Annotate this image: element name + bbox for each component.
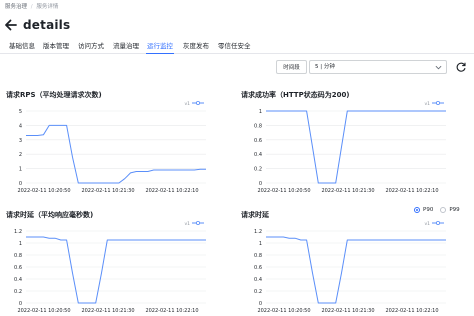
time-range-label: 时间段 — [276, 60, 307, 74]
tab-version-management[interactable]: 版本管理 — [43, 40, 69, 50]
y-tick-label: 0.2 — [14, 289, 22, 295]
radio-p99-label: P99 — [449, 207, 460, 213]
time-range-select[interactable]: 5 | 分钟 — [309, 60, 447, 74]
x-tick-label: 2022-02-11 10:22:10 — [385, 188, 438, 194]
x-tick-label: 2022-02-11 10:22:10 — [385, 308, 438, 314]
legend-label: v1 — [184, 101, 190, 107]
tab-traffic-governance[interactable]: 流量治理 — [113, 40, 139, 50]
radio-p90[interactable]: P90 — [414, 207, 433, 213]
radio-p90-dot — [414, 207, 420, 213]
back-arrow-icon[interactable] — [4, 18, 18, 32]
tab-bar: 基础信息 版本管理 访问方式 流量治理 运行监控 灰度发布 零信任安全 — [0, 38, 474, 54]
y-tick-label: 0.8 — [14, 253, 22, 259]
legend-marker — [195, 221, 200, 226]
breadcrumb-root[interactable]: 服务治理 — [5, 4, 27, 10]
legend-label: v1 — [184, 221, 190, 227]
tab-access-methods[interactable]: 访问方式 — [78, 40, 104, 50]
y-tick-label: 0.8 — [254, 253, 262, 259]
page-title: details — [23, 18, 71, 32]
y-tick-label: 0.8 — [254, 123, 262, 129]
y-tick-label: 1 — [259, 241, 262, 247]
y-tick-label: 0.2 — [254, 167, 262, 173]
y-tick-label: 5 — [19, 109, 22, 115]
y-tick-label: 0 — [259, 181, 262, 187]
y-tick-label: 0 — [259, 301, 262, 307]
series-line-v1 — [266, 110, 446, 184]
x-tick-label: 2022-02-11 10:20:50 — [17, 308, 70, 314]
legend-marker — [435, 221, 440, 226]
x-tick-label: 2022-02-11 10:20:50 — [257, 188, 310, 194]
tab-zero-trust-security[interactable]: 零信任安全 — [218, 40, 251, 50]
y-tick-label: 3 — [19, 138, 22, 144]
breadcrumb-separator: / — [30, 4, 33, 10]
latency-percentile-chart: 0 0.2 0.4 0.6 0.8 1 1.2 2022-02-11 10:20:50 2022… — [254, 221, 446, 314]
y-tick-label: 1 — [19, 241, 22, 247]
success-rate-chart: 0 0.2 0.4 0.6 0.8 1 2022-02-11 10:20:50 2022-02… — [254, 101, 446, 194]
legend-marker — [195, 101, 200, 106]
active-tab-indicator — [146, 52, 174, 54]
series-line-v1 — [26, 236, 206, 304]
radio-p99-dot — [440, 207, 447, 213]
y-tick-label: 0.4 — [254, 277, 262, 283]
y-tick-label: 1.2 — [14, 229, 22, 235]
breadcrumb-current: 服务详情 — [36, 4, 59, 10]
y-tick-label: 0.6 — [14, 265, 22, 271]
rps-chart: 0 1 2 3 4 5 2022-02-11 10:20:50 2022-02-11 10:2… — [17, 101, 206, 194]
y-tick-label: 1 — [259, 109, 262, 115]
y-tick-label: 0 — [19, 301, 22, 307]
breadcrumb: 服务治理 / 服务详情 — [5, 2, 58, 10]
latency-percentile-selector: P90 P99 — [414, 207, 467, 213]
tab-basic-info[interactable]: 基础信息 — [9, 40, 35, 50]
tab-canary-release[interactable]: 灰度发布 — [183, 40, 209, 50]
legend-label: v1 — [424, 101, 430, 107]
latency-avg-chart: 0 0.2 0.4 0.6 0.8 1 1.2 2022-02-11 10:20:50 2022… — [14, 221, 206, 314]
time-range-value: 5 | 分钟 — [315, 64, 335, 70]
tab-runtime-monitoring[interactable]: 运行监控 — [147, 40, 173, 50]
series-line-v1 — [266, 236, 446, 304]
x-tick-label: 2022-02-11 10:20:50 — [257, 308, 310, 314]
y-tick-label: 4 — [19, 123, 22, 129]
x-tick-label: 2022-02-11 10:20:50 — [17, 188, 70, 194]
x-tick-label: 2022-02-11 10:22:10 — [145, 308, 198, 314]
x-tick-label: 2022-02-11 10:21:30 — [321, 308, 374, 314]
radio-p90-label: P90 — [423, 207, 434, 213]
legend-label: v1 — [424, 221, 430, 227]
y-tick-label: 1 — [19, 167, 22, 173]
y-tick-label: 0.4 — [254, 152, 262, 158]
y-tick-label: 0.6 — [254, 138, 262, 144]
y-tick-label: 2 — [19, 152, 22, 158]
x-tick-label: 2022-02-11 10:22:10 — [145, 188, 198, 194]
title-row: details — [4, 16, 70, 34]
chevron-down-icon — [435, 65, 442, 70]
x-tick-label: 2022-02-11 10:21:30 — [81, 308, 134, 314]
y-tick-label: 0.4 — [14, 277, 22, 283]
x-tick-label: 2022-02-11 10:21:30 — [81, 188, 134, 194]
y-tick-label: 0 — [19, 181, 22, 187]
y-tick-label: 0.2 — [254, 289, 262, 295]
refresh-icon[interactable] — [455, 61, 467, 73]
radio-p99[interactable]: P99 — [440, 207, 460, 213]
legend-marker — [435, 101, 440, 106]
x-tick-label: 2022-02-11 10:21:30 — [321, 188, 374, 194]
y-tick-label: 0.6 — [254, 265, 262, 271]
y-tick-label: 1.2 — [254, 229, 262, 235]
